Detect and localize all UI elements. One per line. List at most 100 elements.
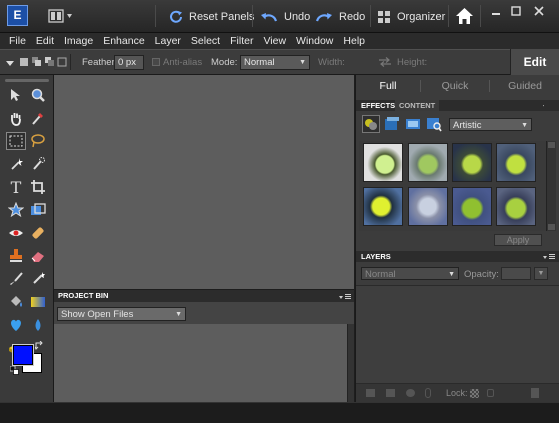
filters-button[interactable] <box>362 115 380 133</box>
lasso-tool-icon[interactable] <box>28 132 48 150</box>
effect-thumbnail[interactable] <box>363 187 403 226</box>
redo-button[interactable]: Redo <box>315 8 365 26</box>
antialias-checkbox[interactable] <box>152 58 160 66</box>
edit-tab[interactable]: Edit <box>510 49 559 75</box>
project-bin-title: PROJECT BIN <box>58 291 109 300</box>
crop-tool-icon[interactable] <box>28 178 48 196</box>
divider <box>155 5 156 27</box>
undo-button[interactable]: Undo <box>260 8 310 26</box>
menu-file[interactable]: File <box>4 33 31 49</box>
panel-menu-icon[interactable] <box>543 253 556 263</box>
effect-thumbnail[interactable] <box>496 143 536 182</box>
magic-wand-tool-icon[interactable] <box>6 155 26 173</box>
opacity-dropdown[interactable]: ▼ <box>534 267 548 280</box>
type-tool-icon[interactable]: T <box>6 178 26 197</box>
effect-thumbnail[interactable] <box>496 187 536 226</box>
home-button[interactable] <box>453 5 476 27</box>
undo-icon <box>261 13 278 22</box>
effect-thumbnail[interactable] <box>452 143 492 182</box>
new-layer-icon[interactable] <box>366 389 375 397</box>
eyedropper-tool-icon[interactable] <box>28 109 48 127</box>
shape-tool-icon[interactable] <box>6 316 26 334</box>
scroll-down-icon[interactable] <box>548 224 555 230</box>
toolbox-grip[interactable] <box>5 79 49 82</box>
chevron-down-icon: ▼ <box>521 122 528 129</box>
paint-bucket-tool-icon[interactable] <box>6 293 26 311</box>
layer-mask-icon[interactable] <box>406 389 415 397</box>
canvas-area[interactable] <box>54 75 354 289</box>
healing-brush-tool-icon[interactable] <box>28 224 48 242</box>
maximize-icon <box>511 6 521 16</box>
lock-all-icon[interactable] <box>487 389 494 397</box>
selection-mode-buttons <box>19 56 69 68</box>
scroll-up-icon[interactable] <box>548 142 555 148</box>
effects-category-select[interactable]: Artistic ▼ <box>449 118 532 131</box>
organizer-label: Organizer <box>397 11 446 23</box>
workspace-layout-button[interactable] <box>48 8 74 24</box>
effect-thumbnail[interactable] <box>452 187 492 226</box>
effect-thumbnail[interactable] <box>363 143 403 182</box>
tab-quick[interactable]: Quick <box>421 75 489 97</box>
blend-mode-select[interactable]: Normal ▼ <box>361 267 459 280</box>
effect-thumbnail[interactable] <box>408 187 448 226</box>
trash-icon[interactable] <box>531 388 539 398</box>
menu-filter[interactable]: Filter <box>225 33 258 49</box>
recompose-tool-icon[interactable] <box>28 201 48 219</box>
project-bin-thumbnails[interactable] <box>54 324 347 402</box>
brush-tool-icon[interactable] <box>6 270 26 288</box>
tab-full[interactable]: Full <box>356 75 420 97</box>
menu-layer[interactable]: Layer <box>150 33 186 49</box>
lock-transparency-icon[interactable] <box>470 389 479 398</box>
layers-list[interactable] <box>356 285 559 383</box>
mode-select[interactable]: Normal ▼ <box>240 55 310 70</box>
organizer-button[interactable]: Organizer <box>378 8 445 26</box>
menu-view[interactable]: View <box>258 33 291 49</box>
swap-colors-icon[interactable] <box>34 340 44 353</box>
quick-selection-tool-icon[interactable] <box>28 155 48 173</box>
zoom-tool-icon[interactable] <box>28 86 48 104</box>
search-effects-button[interactable] <box>426 116 442 135</box>
project-bin-show-select[interactable]: Show Open Files ▼ <box>57 307 186 321</box>
divider <box>480 5 481 27</box>
effect-thumbnail[interactable] <box>408 143 448 182</box>
adjustment-layer-icon[interactable] <box>386 389 395 397</box>
move-tool-icon[interactable] <box>6 86 26 104</box>
menu-select[interactable]: Select <box>186 33 225 49</box>
default-colors-icon[interactable] <box>9 365 19 378</box>
layer-styles-button[interactable] <box>384 116 400 135</box>
link-layers-icon[interactable] <box>425 388 431 398</box>
tool-preset-picker[interactable] <box>5 58 15 70</box>
eraser-tool-icon[interactable] <box>28 247 48 265</box>
close-icon <box>534 6 544 16</box>
menu-enhance[interactable]: Enhance <box>98 33 149 49</box>
tab-guided[interactable]: Guided <box>490 75 559 97</box>
close-button[interactable] <box>531 6 547 20</box>
menu-window[interactable]: Window <box>291 33 338 49</box>
hand-tool-icon[interactable] <box>6 109 26 127</box>
panel-menu-icon[interactable] <box>339 292 352 304</box>
feather-input[interactable]: 0 px <box>114 55 144 70</box>
gradient-tool-icon[interactable] <box>28 293 48 311</box>
menu-help[interactable]: Help <box>338 33 370 49</box>
cookie-cutter-tool-icon[interactable] <box>6 201 26 219</box>
marquee-tool-icon[interactable] <box>6 132 26 150</box>
menu-edit[interactable]: Edit <box>31 33 59 49</box>
minimize-button[interactable] <box>488 6 504 20</box>
smart-brush-tool-icon[interactable] <box>28 270 48 288</box>
effects-category-value: Artistic <box>453 120 482 131</box>
reset-panels-button[interactable]: Reset Panels <box>169 8 254 26</box>
opacity-input[interactable] <box>501 267 531 280</box>
effects-scrollbar[interactable] <box>546 141 556 231</box>
blur-tool-icon[interactable] <box>28 316 48 334</box>
apply-button[interactable]: Apply <box>494 234 542 246</box>
menu-image[interactable]: Image <box>59 33 98 49</box>
tab-content[interactable]: CONTENT <box>395 100 440 111</box>
clone-stamp-tool-icon[interactable] <box>6 247 26 265</box>
maximize-button[interactable] <box>508 6 524 20</box>
red-eye-tool-icon[interactable] <box>6 224 26 242</box>
photo-effects-button[interactable] <box>405 116 421 135</box>
project-bin-scrollbar[interactable] <box>347 324 354 402</box>
filters-icon <box>365 119 377 130</box>
foreground-color-swatch[interactable] <box>12 344 34 366</box>
tab-effects[interactable]: EFFECTS <box>361 101 395 110</box>
